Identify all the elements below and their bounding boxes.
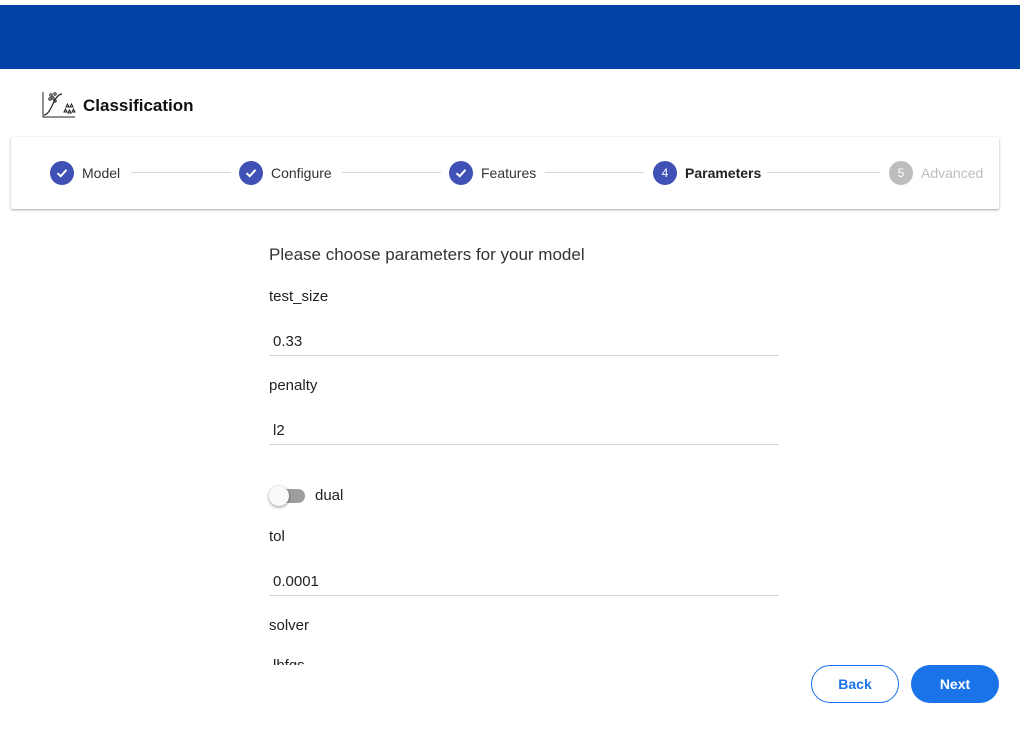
- step-label: Model: [82, 165, 121, 181]
- step-connector: [342, 172, 441, 173]
- step-configure[interactable]: Configure: [239, 161, 332, 185]
- penalty-label: penalty: [269, 377, 318, 394]
- step-label: Advanced: [921, 165, 984, 181]
- toggle-switch[interactable]: [269, 485, 305, 506]
- step-number: 4: [653, 161, 677, 185]
- penalty-input[interactable]: l2: [269, 417, 779, 445]
- step-number: 5: [889, 161, 913, 185]
- classification-chart-icon: [42, 90, 76, 123]
- step-connector: [767, 172, 880, 173]
- check-icon: [50, 161, 74, 185]
- test-size-label: test_size: [269, 288, 329, 305]
- next-button[interactable]: Next: [911, 665, 999, 703]
- tol-label: tol: [269, 528, 285, 545]
- test-size-input[interactable]: 0.33: [269, 328, 779, 356]
- dual-toggle[interactable]: dual: [269, 485, 344, 506]
- step-connector: [131, 172, 231, 173]
- step-label: Configure: [271, 165, 332, 181]
- tol-input[interactable]: 0.0001: [269, 568, 779, 596]
- top-app-bar: [0, 5, 1020, 69]
- step-features[interactable]: Features: [449, 161, 536, 185]
- stepper: Model Configure Features 4 Parameters 5 …: [11, 137, 999, 209]
- step-advanced[interactable]: 5 Advanced: [889, 161, 983, 185]
- page-title: Classification: [83, 96, 194, 115]
- page-header: Classification: [42, 90, 194, 123]
- check-icon: [239, 161, 263, 185]
- toggle-thumb: [269, 485, 289, 506]
- step-connector: [545, 172, 644, 173]
- step-model[interactable]: Model: [50, 161, 120, 185]
- check-icon: [449, 161, 473, 185]
- back-button[interactable]: Back: [811, 665, 899, 703]
- step-label: Features: [481, 165, 537, 181]
- solver-label: solver: [269, 617, 310, 634]
- dual-label: dual: [315, 487, 344, 504]
- form-prompt: Please choose parameters for your model: [269, 245, 585, 264]
- step-parameters[interactable]: 4 Parameters: [653, 161, 761, 185]
- step-label: Parameters: [685, 165, 762, 181]
- solver-input[interactable]: lbfgs: [273, 655, 783, 665]
